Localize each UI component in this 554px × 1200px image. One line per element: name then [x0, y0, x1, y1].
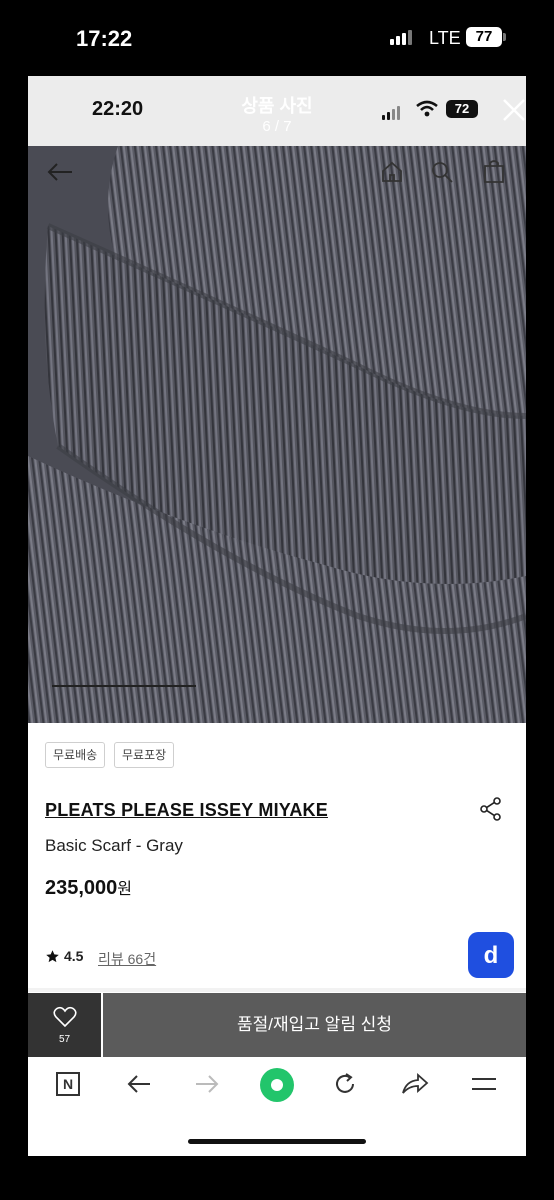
wishlist-count: 57	[58, 1034, 71, 1045]
product-photo[interactable]	[28, 146, 526, 723]
home-indicator	[188, 1139, 366, 1144]
close-icon[interactable]	[500, 96, 526, 124]
share-icon[interactable]	[478, 796, 504, 822]
product-name: Basic Scarf - Gray	[45, 836, 183, 855]
divider	[28, 988, 526, 992]
d-logo-letter: d	[484, 942, 499, 969]
rating: 4.5	[45, 948, 83, 964]
shopping-bag-icon[interactable]	[482, 158, 506, 184]
naver-n-icon[interactable]: N	[56, 1072, 80, 1096]
heart-icon	[53, 1006, 77, 1028]
battery-tip	[503, 33, 506, 41]
d-logo-icon: d	[484, 942, 499, 969]
green-dot-icon[interactable]	[259, 1067, 295, 1103]
home-icon[interactable]	[380, 160, 404, 184]
battery-icon: 77	[466, 27, 502, 47]
viewer-counter: 6 / 7	[262, 118, 292, 135]
share-arrow-icon[interactable]	[400, 1071, 430, 1097]
outer-status-time: 17:22	[76, 26, 133, 51]
free-wrapping-tag: 무료포장	[114, 742, 175, 768]
browser-back-icon[interactable]	[126, 1072, 152, 1096]
refresh-icon[interactable]	[332, 1071, 358, 1097]
photo-viewer-header: 22:20 상품 사진 6 / 7 72	[28, 76, 526, 146]
free-shipping-tag: 무료배송	[45, 742, 106, 768]
inner-signal-icon	[382, 106, 400, 120]
rating-value: 4.5	[64, 948, 84, 964]
back-arrow-icon[interactable]	[46, 162, 74, 182]
brand-link[interactable]: PLEATS PLEASE ISSEY MIYAKE	[45, 800, 328, 821]
inner-battery-icon: 72	[446, 100, 478, 118]
pleated-scarf-image	[28, 146, 526, 723]
wishlist-button[interactable]	[28, 993, 101, 1057]
d-badge-button[interactable]: d	[468, 932, 514, 978]
photo-progress-bar	[52, 685, 196, 687]
price-value: 235,000	[45, 877, 118, 899]
app-screenshot: 22:20 상품 사진 6 / 7 72 무료배송 무료포장 PLEATS PL…	[28, 76, 526, 1156]
browser-forward-icon[interactable]	[194, 1072, 220, 1096]
product-price: 235,000원	[45, 875, 132, 900]
price-currency: 원	[117, 881, 133, 898]
menu-icon[interactable]	[470, 1074, 498, 1094]
network-type: LTE	[429, 28, 461, 48]
review-link[interactable]: 리뷰 66건	[98, 949, 156, 969]
cellular-signal-icon	[390, 30, 412, 45]
search-icon[interactable]	[430, 160, 454, 184]
wifi-icon	[416, 100, 438, 117]
restock-alert-button[interactable]: 품절/재입고 알림 신청	[103, 993, 526, 1057]
star-icon	[46, 949, 59, 962]
